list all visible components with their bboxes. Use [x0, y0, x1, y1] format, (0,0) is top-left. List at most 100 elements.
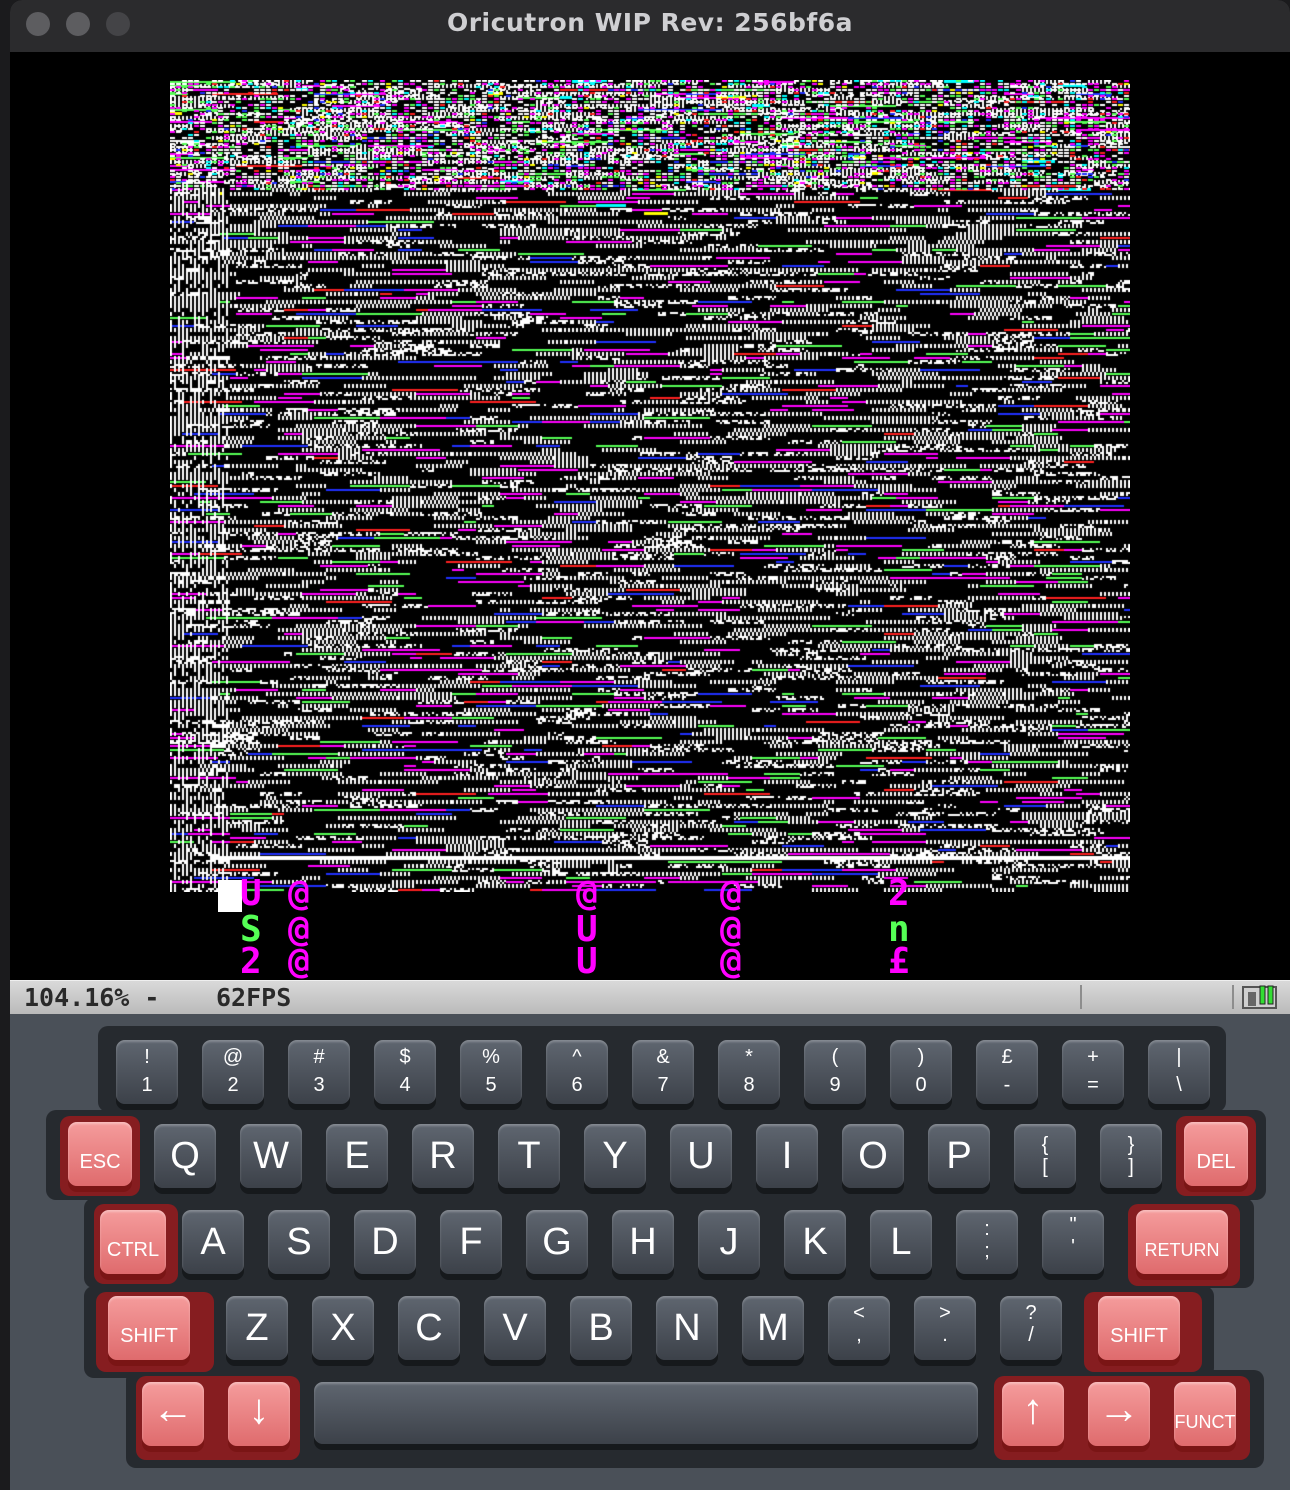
- key-w[interactable]: W: [240, 1124, 302, 1188]
- key-minus[interactable]: £ -: [976, 1040, 1038, 1104]
- key-5[interactable]: % 5: [460, 1040, 522, 1104]
- down-arrow-key[interactable]: ↓: [228, 1382, 290, 1446]
- key-backslash[interactable]: | \: [1148, 1040, 1210, 1104]
- key-legend: C: [415, 1307, 443, 1349]
- key-bottom-legend: 6: [571, 1074, 583, 1096]
- status-divider: [1232, 985, 1234, 1009]
- key-d[interactable]: D: [354, 1210, 416, 1274]
- return-key[interactable]: RETURN: [1136, 1210, 1228, 1274]
- key-legend: T: [517, 1135, 541, 1177]
- key-comma[interactable]: <,: [828, 1296, 890, 1360]
- key-bottom-legend: 8: [743, 1074, 755, 1096]
- esc-key[interactable]: ESC: [68, 1122, 132, 1186]
- screen-char: @: [576, 873, 598, 914]
- keyboard-row-bg: [46, 1110, 1266, 1200]
- key-k[interactable]: K: [784, 1210, 846, 1274]
- key-legend: Q: [170, 1135, 200, 1177]
- ctrl-key[interactable]: CTRL: [100, 1210, 166, 1274]
- cursor-block: [218, 880, 242, 912]
- key-legend: A: [200, 1221, 226, 1263]
- key-top-legend: @: [222, 1046, 244, 1068]
- key-legend: DEL: [1196, 1151, 1236, 1173]
- key-top-legend: *: [745, 1046, 753, 1068]
- key-h[interactable]: H: [612, 1210, 674, 1274]
- key-l[interactable]: L: [870, 1210, 932, 1274]
- left-shift-key[interactable]: SHIFT: [108, 1296, 190, 1360]
- key-legend: SHIFT: [120, 1325, 178, 1347]
- key-z[interactable]: Z: [226, 1296, 288, 1360]
- key-o[interactable]: O: [842, 1124, 904, 1188]
- key-period[interactable]: >.: [914, 1296, 976, 1360]
- key-u[interactable]: U: [670, 1124, 732, 1188]
- key-a[interactable]: A: [182, 1210, 244, 1274]
- key-e[interactable]: E: [326, 1124, 388, 1188]
- right-shift-key[interactable]: SHIFT: [1098, 1296, 1180, 1360]
- key-bottom-legend: [: [1042, 1156, 1048, 1178]
- space-bar[interactable]: [314, 1382, 978, 1444]
- right-arrow-key[interactable]: →: [1088, 1382, 1150, 1446]
- screen-char: @: [288, 873, 310, 914]
- key-slash[interactable]: ? /: [1000, 1296, 1062, 1360]
- key-legend: V: [502, 1307, 528, 1349]
- screen-char: U: [240, 873, 262, 914]
- key-bottom-legend: 5: [485, 1074, 497, 1096]
- key-bottom-legend: \: [1176, 1074, 1182, 1096]
- key-q[interactable]: Q: [154, 1124, 216, 1188]
- key-p[interactable]: P: [928, 1124, 990, 1188]
- key-x[interactable]: X: [312, 1296, 374, 1360]
- key-legend: O: [858, 1135, 888, 1177]
- up-arrow-key[interactable]: ↑: [1002, 1382, 1064, 1446]
- key-m[interactable]: M: [742, 1296, 804, 1360]
- key-quote[interactable]: " ': [1042, 1210, 1104, 1274]
- key-9[interactable]: (9: [804, 1040, 866, 1104]
- key-bottom-legend: ,: [856, 1324, 862, 1346]
- key-bottom-legend: 7: [657, 1074, 669, 1096]
- del-key[interactable]: DEL: [1184, 1122, 1248, 1186]
- key-top-legend: ^: [572, 1046, 582, 1068]
- key-legend: K: [802, 1221, 828, 1263]
- key-bottom-legend: /: [1028, 1324, 1034, 1346]
- key-0[interactable]: ) 0: [890, 1040, 952, 1104]
- down-arrow-icon: ↓: [248, 1385, 270, 1432]
- key-legend: D: [371, 1221, 399, 1263]
- key-2[interactable]: @2: [202, 1040, 264, 1104]
- key-t[interactable]: T: [498, 1124, 560, 1188]
- emulator-screen[interactable]: U @ @ @ 2 S @ U @ n 2 @ U @ £: [10, 52, 1290, 980]
- key-8[interactable]: * 8: [718, 1040, 780, 1104]
- funct-key[interactable]: FUNCT: [1174, 1382, 1236, 1446]
- key-r[interactable]: R: [412, 1124, 474, 1188]
- key-7[interactable]: & 7: [632, 1040, 694, 1104]
- key-bottom-legend: .: [942, 1324, 948, 1346]
- window-title: Oricutron WIP Rev: 256bf6a: [446, 8, 854, 37]
- key-f[interactable]: F: [440, 1210, 502, 1274]
- key-4[interactable]: $4: [374, 1040, 436, 1104]
- key-left-bracket[interactable]: {[: [1014, 1124, 1076, 1188]
- key-right-bracket[interactable]: }]: [1100, 1124, 1162, 1188]
- key-c[interactable]: C: [398, 1296, 460, 1360]
- key-g[interactable]: G: [526, 1210, 588, 1274]
- key-s[interactable]: S: [268, 1210, 330, 1274]
- key-j[interactable]: J: [698, 1210, 760, 1274]
- key-legend: FUNCT: [1174, 1412, 1236, 1432]
- key-legend: CTRL: [106, 1239, 160, 1261]
- key-semicolon[interactable]: :;: [956, 1210, 1018, 1274]
- screen-char: @: [720, 873, 742, 914]
- key-n[interactable]: N: [656, 1296, 718, 1360]
- left-arrow-key[interactable]: ←: [142, 1382, 204, 1446]
- screen-char: 2: [888, 873, 910, 914]
- status-divider: [1080, 985, 1082, 1009]
- key-top-legend: :: [984, 1218, 990, 1240]
- key-bottom-legend: -: [1003, 1074, 1011, 1096]
- key-equals[interactable]: + =: [1062, 1040, 1124, 1104]
- key-legend: U: [687, 1135, 715, 1177]
- key-b[interactable]: B: [570, 1296, 632, 1360]
- key-bottom-legend: 2: [227, 1074, 239, 1096]
- key-legend: L: [890, 1221, 912, 1263]
- key-y[interactable]: Y: [584, 1124, 646, 1188]
- key-1[interactable]: ! 1: [116, 1040, 178, 1104]
- key-top-legend: {: [1041, 1134, 1049, 1156]
- key-v[interactable]: V: [484, 1296, 546, 1360]
- key-6[interactable]: ^ 6: [546, 1040, 608, 1104]
- key-i[interactable]: I: [756, 1124, 818, 1188]
- key-3[interactable]: #3: [288, 1040, 350, 1104]
